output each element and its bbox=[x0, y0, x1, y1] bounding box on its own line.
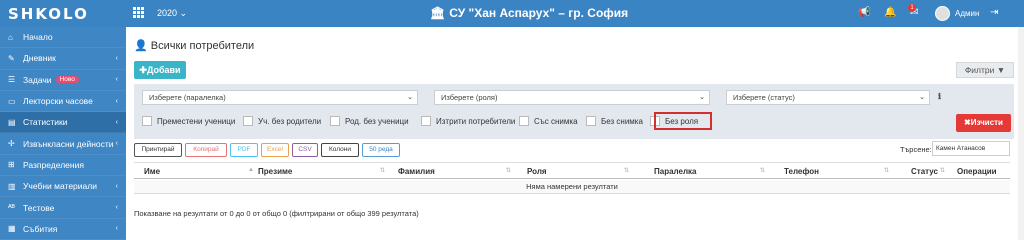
apps-grid-icon[interactable] bbox=[133, 7, 144, 18]
sort-icon[interactable]: ⇅ bbox=[506, 167, 511, 174]
sidebar-item-events[interactable]: ▦ Събития ‹ bbox=[0, 219, 126, 240]
sidebar-item-statistics[interactable]: ▤ Статистики ‹ bbox=[0, 112, 126, 134]
school-icon: 🏛 bbox=[430, 6, 446, 20]
sort-icon[interactable]: ⇅ bbox=[940, 167, 945, 174]
copy-button[interactable]: Копирай bbox=[185, 143, 227, 157]
column-operations: Операции bbox=[957, 167, 997, 176]
sort-asc-icon[interactable]: ▲ bbox=[248, 167, 254, 173]
sidebar-item-home[interactable]: ⌂ Начало bbox=[0, 27, 126, 49]
chevron-left-icon: ‹ bbox=[115, 54, 118, 62]
checkbox-with-photo[interactable]: Със снимка bbox=[519, 116, 578, 126]
chevron-left-icon: ‹ bbox=[115, 182, 118, 190]
column-phone[interactable]: Телефон bbox=[784, 167, 819, 176]
checkbox-without-photo[interactable]: Без снимка bbox=[586, 116, 643, 126]
column-role[interactable]: Роля bbox=[527, 167, 547, 176]
activities-icon: ✢ bbox=[8, 139, 15, 149]
sort-icon[interactable]: ⇅ bbox=[380, 167, 385, 174]
bell-icon[interactable]: 🔔 bbox=[884, 7, 896, 18]
checkbox-moved-students[interactable]: Преместени ученици bbox=[142, 116, 235, 126]
chevron-down-icon: ⌄ bbox=[699, 94, 705, 101]
avatar[interactable] bbox=[935, 6, 950, 21]
sidebar: ⌂ Начало ✎ Дневник ‹ ☰ Задачи Ново ‹ ▭ Лекторск… bbox=[0, 27, 126, 240]
sidebar-item-distribution[interactable]: ⊞ Разпределения bbox=[0, 155, 126, 177]
sort-icon[interactable]: ⇅ bbox=[624, 167, 629, 174]
sidebar-item-tests[interactable]: ᴬᴮ Тестове ‹ bbox=[0, 197, 126, 219]
column-name[interactable]: Име bbox=[144, 167, 160, 176]
user-icon: 👤 bbox=[134, 40, 148, 52]
class-select[interactable]: Изберете (паралелка) ⌄ bbox=[142, 90, 418, 105]
column-middle-name[interactable]: Презиме bbox=[258, 167, 292, 176]
no-role-highlight bbox=[654, 112, 712, 130]
sort-icon[interactable]: ⇅ bbox=[760, 167, 765, 174]
materials-icon: ▥ bbox=[8, 181, 16, 191]
page-title: 👤 Всички потребители bbox=[134, 40, 255, 52]
empty-row: Няма намерени резултати bbox=[134, 180, 1010, 194]
chevron-left-icon: ‹ bbox=[115, 140, 118, 148]
column-class[interactable]: Паралелка bbox=[654, 167, 697, 176]
column-status[interactable]: Статус bbox=[911, 167, 938, 176]
sidebar-item-materials[interactable]: ▥ Учебни материали ‹ bbox=[0, 176, 126, 198]
main-content: 👤 Всички потребители ✚Добави Филтри ▼ Из… bbox=[126, 27, 1024, 240]
tests-icon: ᴬᴮ bbox=[8, 203, 15, 213]
table-header: Име ▲ Презиме ⇅ Фамилия ⇅ Роля ⇅ Паралелка ⇅ … bbox=[134, 162, 1010, 179]
chevron-left-icon: ‹ bbox=[115, 204, 118, 212]
tasks-icon: ☰ bbox=[8, 75, 16, 85]
status-select[interactable]: Изберете (статус) ⌄ bbox=[726, 90, 930, 105]
checkbox-parents-no-students[interactable]: Род. без ученици bbox=[330, 116, 409, 126]
app-logo[interactable]: SHKOLO bbox=[8, 5, 89, 23]
rows-button[interactable]: 50 реда bbox=[362, 143, 400, 157]
excel-button[interactable]: Excel bbox=[261, 143, 289, 157]
print-button[interactable]: Принтирай bbox=[134, 143, 182, 157]
checkbox-deleted-users[interactable]: Изтрити потребители bbox=[421, 116, 515, 126]
columns-button[interactable]: Колони bbox=[321, 143, 359, 157]
book-icon: ✎ bbox=[8, 53, 15, 63]
chevron-left-icon: ‹ bbox=[115, 97, 118, 105]
chevron-down-icon: ⌄ bbox=[407, 94, 413, 101]
sidebar-item-lecture-hours[interactable]: ▭ Лекторски часове ‹ bbox=[0, 91, 126, 113]
events-icon: ▦ bbox=[8, 224, 16, 234]
new-badge: Ново bbox=[55, 76, 79, 84]
filters-button[interactable]: Филтри ▼ bbox=[956, 62, 1014, 78]
column-last-name[interactable]: Фамилия bbox=[398, 167, 435, 176]
sidebar-item-diary[interactable]: ✎ Дневник ‹ bbox=[0, 48, 126, 70]
megaphone-icon[interactable]: 📢 bbox=[858, 7, 870, 18]
sidebar-item-tasks[interactable]: ☰ Задачи Ново ‹ bbox=[0, 70, 126, 91]
close-icon: ✖ bbox=[964, 118, 971, 127]
chevron-left-icon: ‹ bbox=[115, 225, 118, 233]
sidebar-item-activities[interactable]: ✢ Извънкласни дейности ‹ bbox=[0, 133, 126, 155]
year-selector[interactable]: 2020 ⌄ bbox=[157, 8, 187, 19]
logout-icon[interactable]: ⇥ bbox=[990, 7, 998, 18]
search-input[interactable]: Камен Атанасов bbox=[932, 141, 1010, 156]
chevron-left-icon: ‹ bbox=[115, 76, 118, 84]
pdf-button[interactable]: PDF bbox=[230, 143, 258, 157]
hours-icon: ▭ bbox=[8, 96, 16, 106]
chevron-left-icon: ‹ bbox=[115, 118, 118, 126]
filter-panel: Изберете (паралелка) ⌄ Изберете (роля) ⌄ И… bbox=[134, 84, 1014, 139]
stats-icon: ▤ bbox=[8, 117, 16, 127]
info-icon[interactable]: ℹ bbox=[938, 92, 941, 101]
clear-button[interactable]: ✖Изчисти bbox=[956, 114, 1011, 132]
top-bar: SHKOLO 2020 ⌄ 🏛 СУ "Хан Аспарух" – гр. Со… bbox=[0, 0, 1024, 27]
sort-icon[interactable]: ⇅ bbox=[884, 167, 889, 174]
chevron-down-icon: ⌄ bbox=[919, 94, 925, 101]
page-scrollbar[interactable] bbox=[1018, 27, 1024, 240]
add-button[interactable]: ✚Добави bbox=[134, 61, 186, 79]
role-select[interactable]: Изберете (роля) ⌄ bbox=[434, 90, 710, 105]
search-label: Търсене: bbox=[900, 145, 932, 154]
csv-button[interactable]: CSV bbox=[292, 143, 318, 157]
school-title: 🏛 СУ "Хан Аспарух" – гр. София bbox=[430, 6, 629, 20]
home-icon: ⌂ bbox=[8, 32, 13, 42]
checkbox-students-no-parents[interactable]: Уч. без родители bbox=[243, 116, 321, 126]
user-name[interactable]: Админ bbox=[955, 9, 979, 18]
distribution-icon: ⊞ bbox=[8, 160, 15, 170]
notification-badge: 1 bbox=[908, 4, 916, 12]
plus-icon: ✚ bbox=[139, 65, 147, 75]
table-summary: Показване на резултати от 0 до 0 от общо… bbox=[134, 209, 419, 218]
filter-icon: ▼ bbox=[996, 65, 1006, 75]
